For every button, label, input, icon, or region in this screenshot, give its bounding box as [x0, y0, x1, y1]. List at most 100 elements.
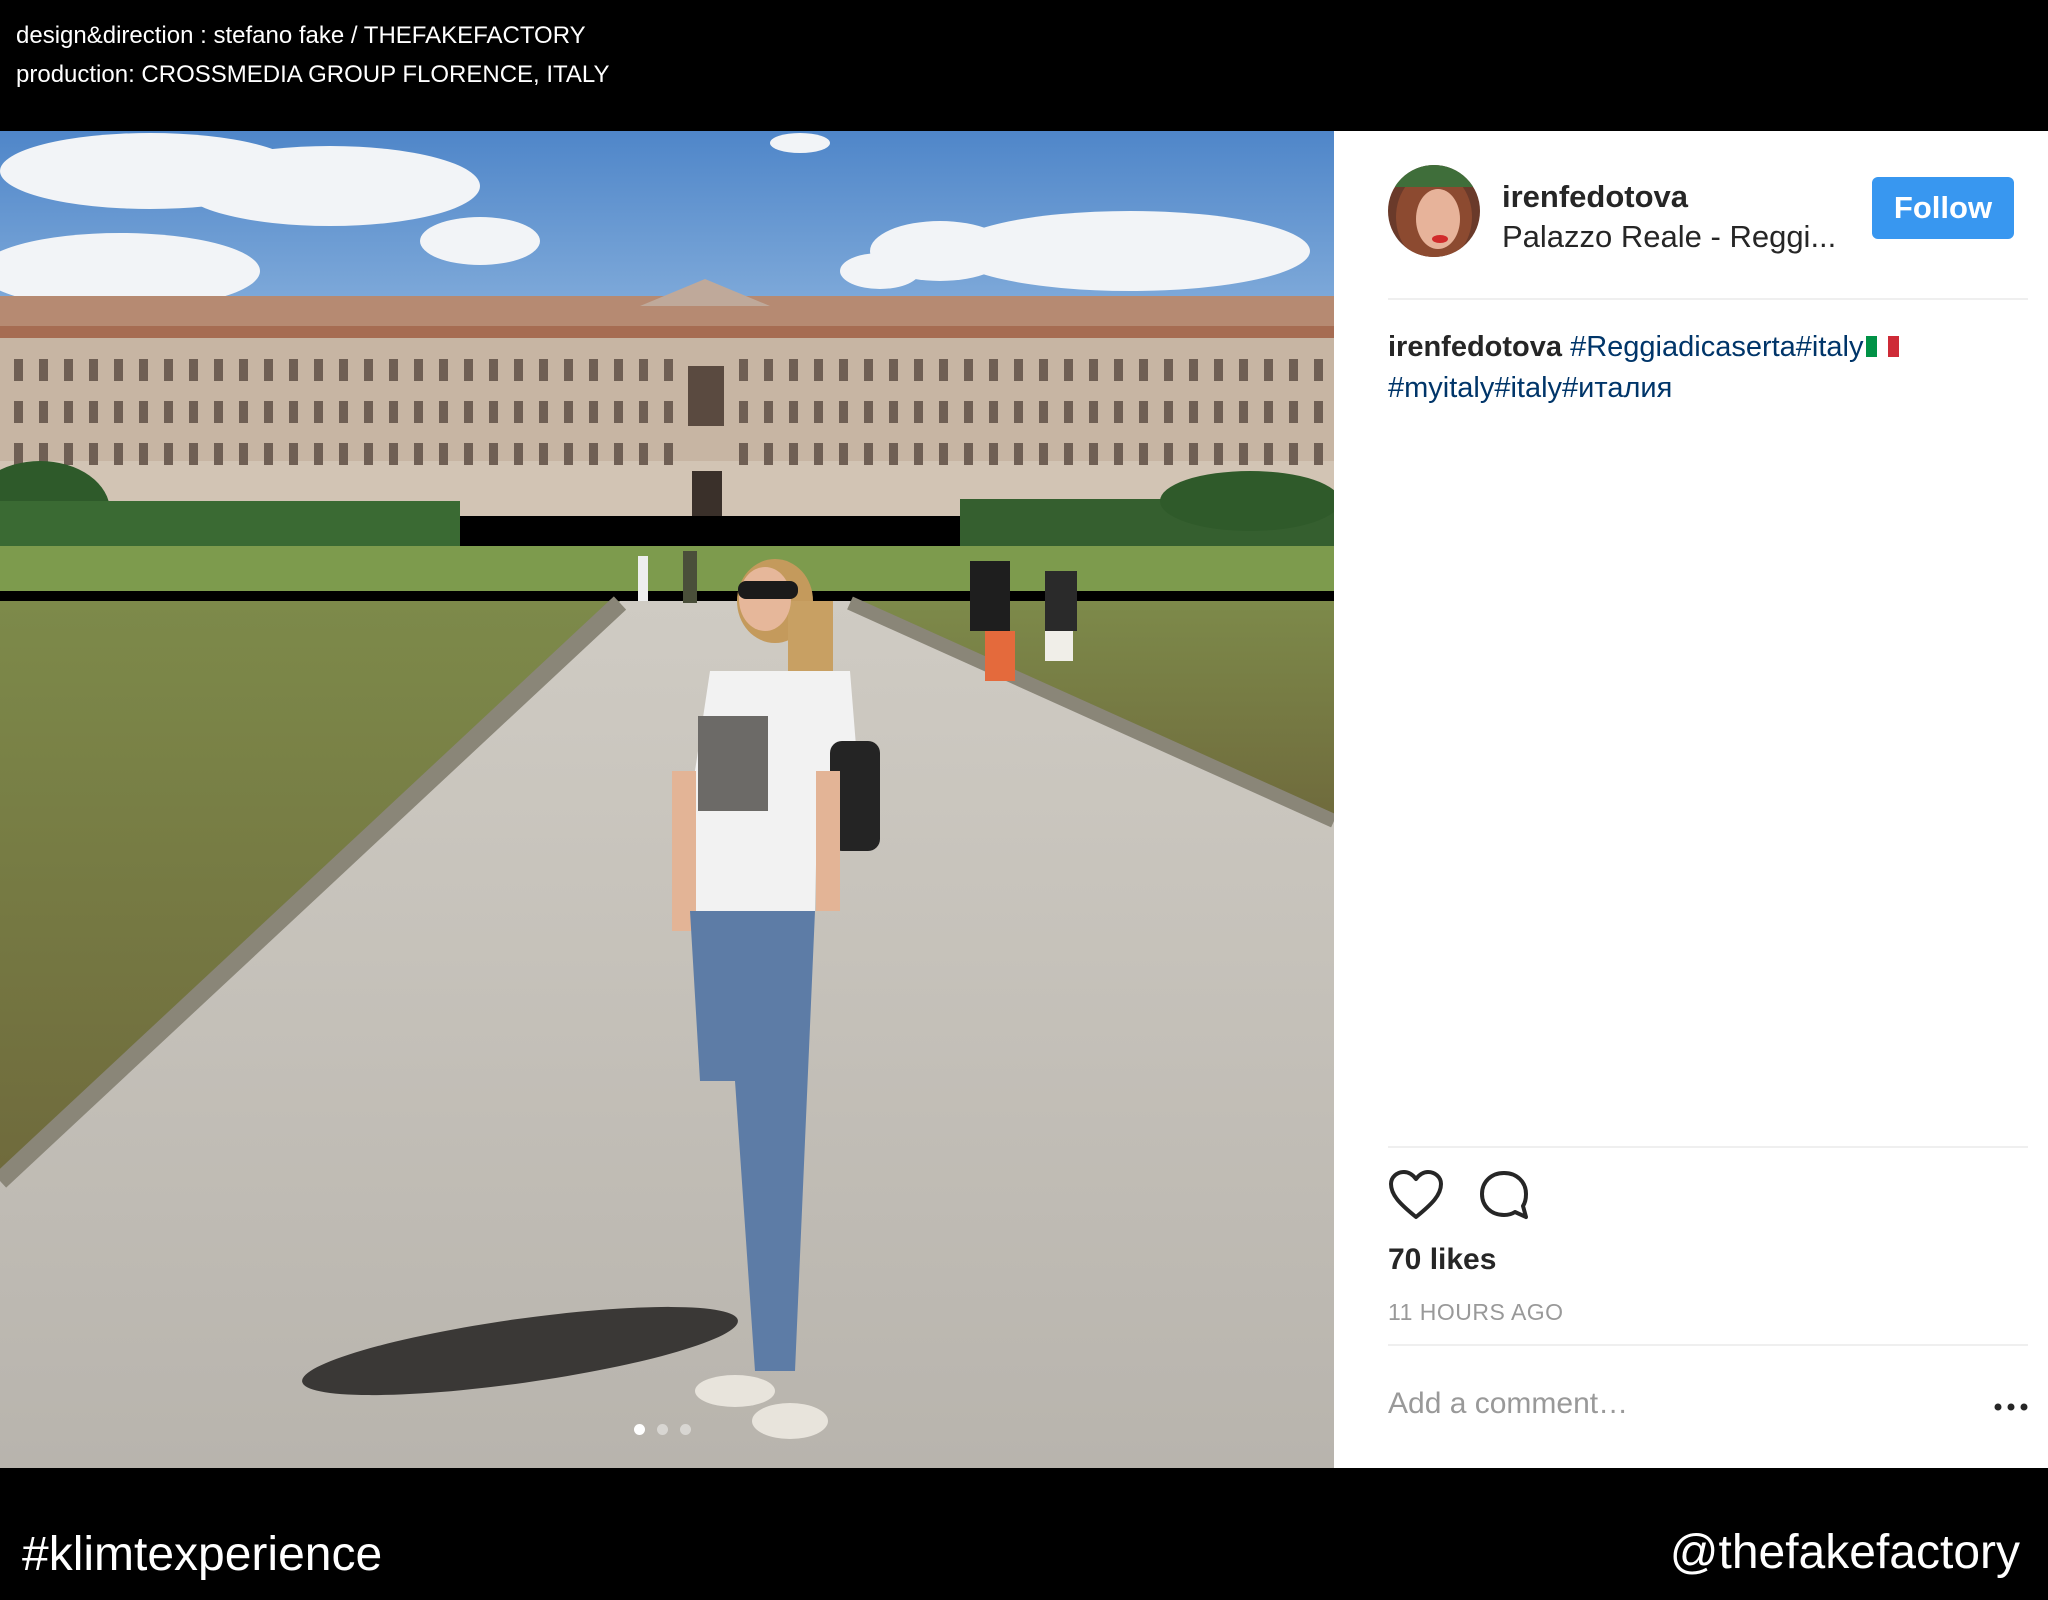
caption-hashtags-2[interactable]: #myitaly#italy#италия — [1388, 372, 1672, 404]
palace-window — [564, 359, 573, 381]
palace-window — [539, 443, 548, 465]
palace-window — [839, 359, 848, 381]
palace-window — [739, 401, 748, 423]
palace-window — [314, 359, 323, 381]
palace-window — [1089, 443, 1098, 465]
palace-window — [239, 443, 248, 465]
palace-window — [914, 443, 923, 465]
palace-window — [89, 359, 98, 381]
palace-window — [664, 443, 673, 465]
palace-window — [389, 401, 398, 423]
palace-window — [1064, 359, 1073, 381]
palace-window — [789, 401, 798, 423]
comment-input[interactable] — [1388, 1379, 1948, 1429]
palace-window — [289, 443, 298, 465]
ellipsis-icon[interactable] — [1994, 1403, 2028, 1411]
palace-window — [314, 401, 323, 423]
palace-window — [1264, 359, 1273, 381]
palace-window — [664, 359, 673, 381]
instagram-post: irenfedotova Palazzo Reale - Reggi... Fo… — [0, 131, 2048, 1468]
palace-window — [139, 401, 148, 423]
palace-window — [1064, 401, 1073, 423]
post-photo[interactable] — [0, 131, 1334, 1468]
palace-window — [314, 443, 323, 465]
palace-window — [14, 401, 23, 423]
post-location[interactable]: Palazzo Reale - Reggi... — [1502, 219, 1836, 255]
follow-button[interactable]: Follow — [1872, 177, 2014, 239]
palace-window — [889, 401, 898, 423]
palace-window — [14, 359, 23, 381]
palace-window — [1214, 401, 1223, 423]
palace-window — [539, 359, 548, 381]
palace-window — [139, 359, 148, 381]
palace-window — [339, 359, 348, 381]
palace-window — [39, 359, 48, 381]
palace-window — [239, 359, 248, 381]
avatar[interactable] — [1388, 165, 1480, 257]
palace-window — [264, 401, 273, 423]
palace-photo-image — [0, 131, 1334, 1468]
palace-window — [214, 359, 223, 381]
carousel-dot[interactable] — [657, 1424, 668, 1435]
caption-hashtags[interactable]: #Reggiadicaserta#italy — [1570, 331, 1863, 363]
palace-window — [1289, 401, 1298, 423]
palace-window — [464, 443, 473, 465]
palace-window — [189, 359, 198, 381]
palace-window — [614, 443, 623, 465]
palace-window — [164, 401, 173, 423]
palace-window — [239, 401, 248, 423]
palace-window — [389, 359, 398, 381]
palace-window — [1164, 401, 1173, 423]
palace-window — [514, 401, 523, 423]
palace-window — [1314, 443, 1323, 465]
palace-window — [289, 401, 298, 423]
palace-window — [964, 401, 973, 423]
palace-window — [1189, 401, 1198, 423]
palace-window — [264, 443, 273, 465]
palace-window — [489, 401, 498, 423]
palace-window — [864, 443, 873, 465]
palace-window — [414, 401, 423, 423]
comment-divider — [1388, 1344, 2028, 1346]
palace-window — [1039, 443, 1048, 465]
caption-username[interactable]: irenfedotova — [1388, 331, 1562, 363]
palace-window — [564, 401, 573, 423]
carousel-indicator[interactable] — [634, 1424, 691, 1435]
post-caption: irenfedotova #Reggiadicaserta#italy #myi… — [1388, 327, 1988, 409]
palace-window — [814, 443, 823, 465]
palace-window — [164, 443, 173, 465]
likes-count[interactable]: 70 likes — [1388, 1243, 1496, 1277]
palace-window — [564, 443, 573, 465]
palace-window — [439, 359, 448, 381]
palace-window — [489, 359, 498, 381]
palace-window — [989, 443, 998, 465]
palace-window — [464, 359, 473, 381]
heart-outline-icon[interactable] — [1388, 1169, 1444, 1221]
palace-window — [539, 401, 548, 423]
palace-window — [939, 401, 948, 423]
palace-window — [739, 359, 748, 381]
palace-window — [1314, 359, 1323, 381]
carousel-dot[interactable] — [634, 1424, 645, 1435]
carousel-dot[interactable] — [680, 1424, 691, 1435]
palace-window — [614, 401, 623, 423]
palace-window — [189, 443, 198, 465]
palace-window — [339, 401, 348, 423]
palace-window — [1264, 443, 1273, 465]
speech-bubble-icon[interactable] — [1478, 1169, 1530, 1221]
palace-window — [39, 401, 48, 423]
palace-window — [589, 401, 598, 423]
palace-window — [439, 401, 448, 423]
post-side-panel: irenfedotova Palazzo Reale - Reggi... Fo… — [1334, 131, 2048, 1468]
palace-window — [464, 401, 473, 423]
actions-divider — [1388, 1146, 2028, 1148]
palace-window — [264, 359, 273, 381]
post-username[interactable]: irenfedotova — [1502, 179, 1688, 215]
palace-window — [664, 401, 673, 423]
palace-window — [789, 443, 798, 465]
palace-window — [1139, 401, 1148, 423]
palace-window — [764, 401, 773, 423]
palace-window — [1164, 359, 1173, 381]
palace-window — [389, 443, 398, 465]
avatar-image — [1388, 165, 1480, 257]
